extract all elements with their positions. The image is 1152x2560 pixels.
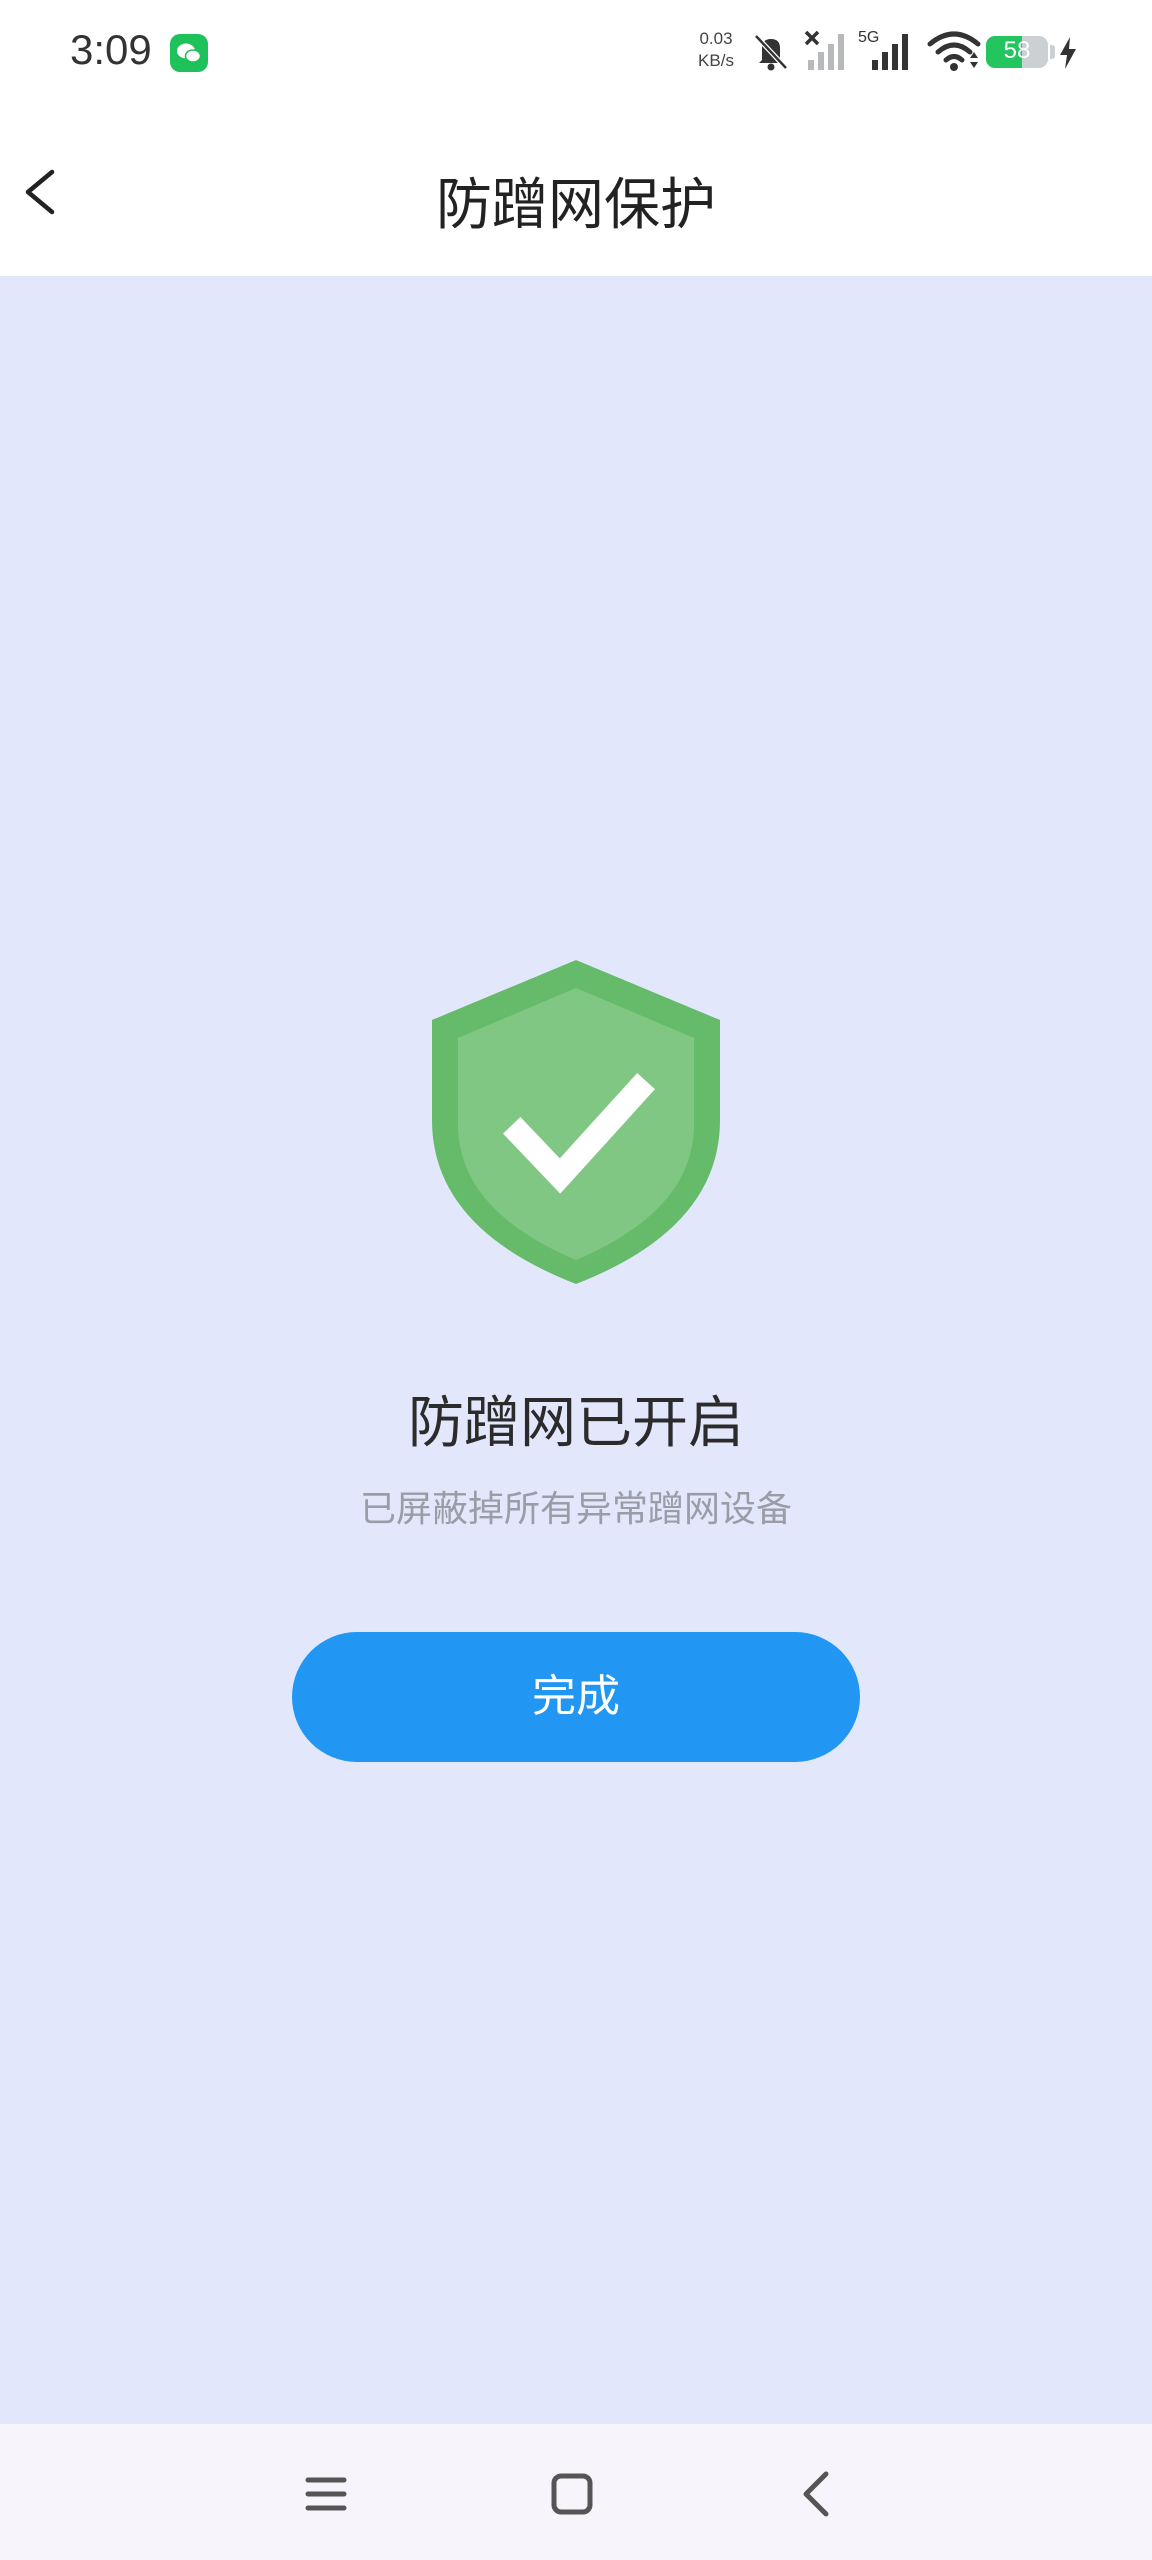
nav-back-icon (803, 2471, 829, 2517)
battery-indicator: 58 (986, 36, 1048, 68)
app-header: 防蹭网保护 (0, 108, 1152, 276)
battery-cap (1050, 45, 1055, 59)
network-speed-value: 0.03 (699, 29, 733, 48)
network-speed-unit: KB/s (698, 51, 734, 70)
network-speed: 0.03 KB/s (690, 28, 742, 72)
status-subtitle: 已屏蔽掉所有异常蹭网设备 (359, 1489, 792, 1530)
shield-check-icon (432, 960, 720, 1284)
no-signal-icon (804, 30, 844, 70)
mute-icon (754, 34, 788, 71)
recent-apps-button[interactable] (286, 2454, 366, 2534)
wifi-icon (927, 31, 981, 71)
signal-icon: 5G (858, 29, 908, 70)
battery-level: 58 (1003, 37, 1031, 64)
home-button[interactable] (532, 2454, 612, 2534)
main-content: 防蹭网已开启 已屏蔽掉所有异常蹭网设备 完成 (0, 276, 1152, 2424)
status-time: 3:09 (70, 26, 152, 73)
status-heading: 防蹭网已开启 (408, 1391, 744, 1456)
network-type-label: 5G (858, 29, 879, 46)
status-bar: 3:09 0.03 KB/s 5G 58 (0, 0, 1152, 108)
wechat-icon (170, 34, 208, 72)
nav-back-button[interactable] (778, 2454, 858, 2534)
navigation-bar (0, 2424, 1152, 2560)
charging-icon (1060, 37, 1076, 69)
menu-icon (305, 2477, 347, 2511)
done-button[interactable]: 完成 (292, 1632, 860, 1762)
home-square-icon (551, 2473, 593, 2515)
page-title: 防蹭网保护 (436, 173, 716, 238)
